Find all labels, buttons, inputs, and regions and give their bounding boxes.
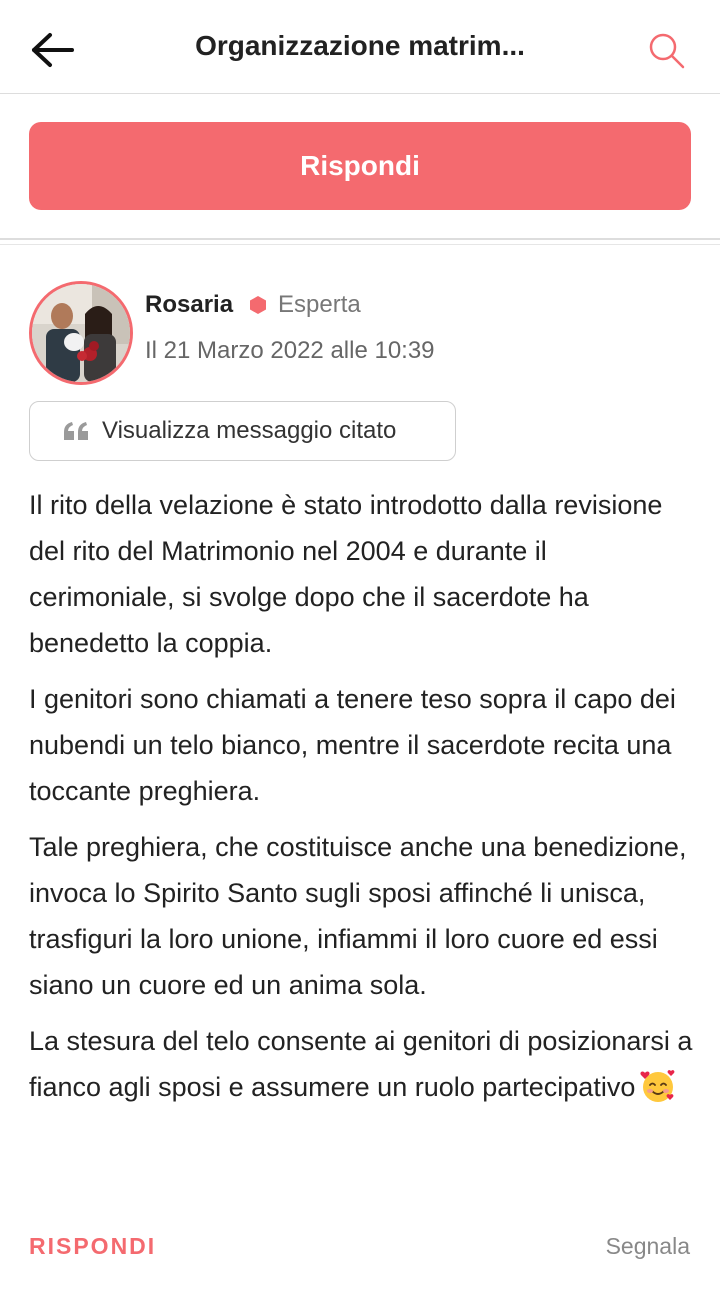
author-badge-label: Esperta — [278, 291, 361, 318]
post-paragraph-last: La stesura del telo consente ai genitori… — [29, 1018, 694, 1110]
section-divider-secondary — [0, 244, 720, 245]
top-app-bar: Organizzazione matrim... — [0, 0, 720, 93]
page-title: Organizzazione matrim... — [195, 30, 525, 61]
post-paragraph: Tale preghiera, che costituisce anche un… — [29, 832, 687, 1000]
report-link[interactable]: Segnala — [606, 1233, 690, 1260]
header-divider — [0, 93, 720, 94]
avatar[interactable] — [29, 281, 133, 385]
author-name[interactable]: Rosaria — [145, 291, 233, 319]
search-button[interactable] — [640, 24, 692, 76]
post-paragraph: Il rito della velazione è stato introdot… — [29, 490, 663, 658]
hexagon-badge-icon — [250, 296, 266, 314]
section-divider — [0, 238, 720, 240]
reply-link[interactable]: RISPONDI — [29, 1233, 156, 1260]
reply-button[interactable]: Rispondi — [29, 122, 691, 210]
quote-icon — [62, 420, 92, 442]
smiling-face-with-hearts-icon — [640, 1069, 675, 1102]
avatar-photo — [32, 284, 130, 382]
post-paragraph-text: La stesura del telo consente ai genitori… — [29, 1026, 693, 1102]
post-date: Il 21 Marzo 2022 alle 10:39 — [145, 337, 435, 364]
search-icon — [649, 33, 685, 69]
arrow-left-icon — [32, 33, 74, 67]
back-button[interactable] — [24, 24, 80, 76]
view-quoted-message-button[interactable]: Visualizza messaggio citato — [29, 401, 456, 461]
post-body: Il rito della velazione è stato introdot… — [29, 482, 694, 1120]
post-paragraph: I genitori sono chiamati a tenere teso s… — [29, 684, 676, 806]
view-quoted-message-label: Visualizza messaggio citato — [102, 417, 397, 444]
